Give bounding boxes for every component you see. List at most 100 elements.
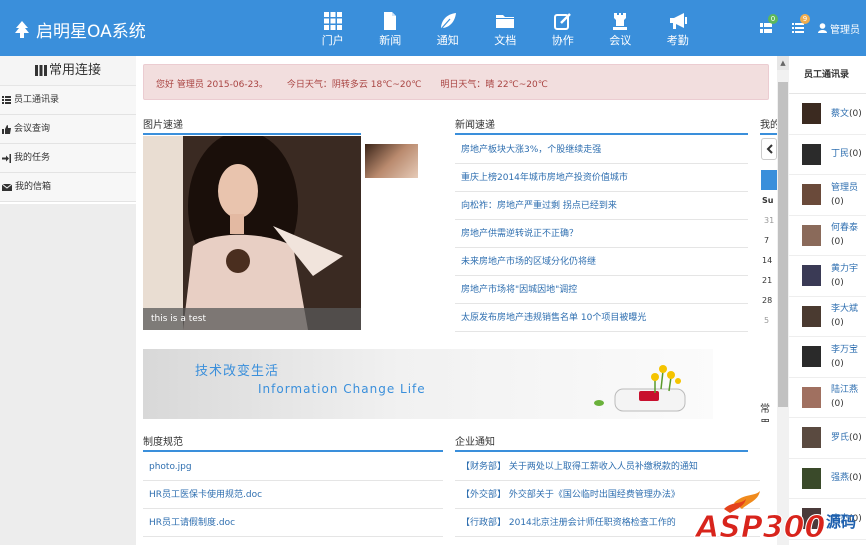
contact-meta: 李大斌 (0) [831,302,858,330]
contact-name[interactable]: 强燕 [831,473,849,483]
contact-name[interactable]: 何春泰 [831,223,858,233]
photo-caption: this is a test [143,308,361,330]
contact-name[interactable]: 蔡文 [831,109,849,119]
news-item[interactable]: 房地产市场将"因城因地"调控 [455,276,748,304]
contact-item[interactable]: 李大斌 (0) [789,297,866,337]
contact-item[interactable]: 罗氏(0) [789,418,866,459]
contact-name[interactable]: 黄力宇 [831,264,858,274]
topbar-right: 0 9 管理员 [750,0,866,56]
left-sidebar: 常用连接 员工通讯录 会议查询 我的任务 我的信箱 [0,56,136,545]
contact-name[interactable]: 李万宝 [831,345,858,355]
avatar [802,143,821,165]
news-section-title: 新闻速递 [455,116,748,135]
login-icon [2,153,11,163]
portrait-image [143,136,361,330]
calendar-widget: Su 31 7 14 21 28 5 常用 [758,112,777,422]
nav-item-attendance[interactable]: 考勤 [649,0,707,56]
news-item[interactable]: 房地产供需逆转说正不正确？ [455,220,748,248]
contact-item[interactable]: 丁民(0) [789,135,866,175]
user-menu[interactable]: 管理员 [818,21,866,36]
photo-thumbnail[interactable] [365,144,418,178]
envelope-icon [2,183,12,191]
avatar [802,427,821,449]
contact-sub: (0) [831,277,844,288]
calendar-day[interactable]: 28 [762,296,772,305]
greeting-hello: 您好 管理员 2015-06-23。 [156,80,269,90]
avatar [802,103,821,125]
contact-item[interactable]: 陆江燕 (0) [789,378,866,418]
app-logo[interactable]: 启明星OA系统 [14,17,146,42]
apps-button[interactable]: 0 [750,0,782,56]
chevron-left-icon [766,144,773,154]
avatar [802,305,821,327]
contact-item[interactable]: 蔡文(0) [789,94,866,135]
scroll-up-arrow-icon[interactable]: ▲ [777,56,789,70]
sidebar-item-meetings[interactable]: 会议查询 [0,115,136,144]
contact-name[interactable]: 陆江燕 [831,385,858,395]
featured-photo[interactable]: this is a test [143,136,361,330]
contact-name[interactable]: 丁民 [831,149,849,159]
quick-links-label: 常用连接 [48,62,101,78]
news-list: 房地产板块大涨3%，个股继续走强 重庆上榜2014年城市房地产投资价值城市 向松… [455,136,748,332]
contact-name[interactable]: 李大斌 [831,304,858,314]
calendar-day[interactable]: 5 [764,316,769,325]
contact-item[interactable]: 何春泰 (0) [789,216,866,256]
common-section-title: 常用 [760,400,777,422]
document-item[interactable]: photo.jpg [143,453,443,481]
calendar-day[interactable]: 14 [762,256,772,265]
news-item[interactable]: 未来房地产市场的区域分化仍将继 [455,248,748,276]
calendar-prev-button[interactable] [761,138,777,160]
contact-name[interactable]: 管理员 [831,183,858,193]
greeting-alert: 您好 管理员 2015-06-23。 今日天气：阴转多云 18℃~20℃ 明日天… [143,64,769,100]
top-navbar: 启明星OA系统 门户 新闻 通知 文档 协作 会议 考勤 0 9 管理员 [0,0,866,56]
avatar [802,265,821,287]
folder-icon [496,15,515,28]
user-icon [818,23,827,33]
banner-slogan-en: Information Change Life [258,382,426,396]
news-item[interactable]: 房地产板块大涨3%，个股继续走强 [455,136,748,164]
nav-label: 新闻 [379,34,402,47]
megaphone-icon [669,13,687,29]
avatar [802,386,821,408]
contact-meta: 何春泰 (0) [831,221,858,249]
contact-item[interactable]: 李万宝 (0) [789,337,866,378]
contact-sub: (0) [831,358,844,369]
news-item[interactable]: 向松祚：房地产严重过剩 拐点已经到来 [455,192,748,220]
list-icon [792,23,804,33]
news-item[interactable]: 太原发布房地产违规销售名单 10个项目被曝光 [455,304,748,332]
quick-links-title: 常用连接 [0,56,136,86]
scroll-thumb[interactable] [778,82,788,407]
nav-item-collab[interactable]: 协作 [534,0,592,56]
contact-item[interactable]: 管理员 (0) [789,175,866,216]
nav-item-news[interactable]: 新闻 [362,0,420,56]
news-item[interactable]: 重庆上榜2014年城市房地产投资价值城市 [455,164,748,192]
calendar-day[interactable]: 21 [762,276,772,285]
calendar-day[interactable]: 31 [764,216,774,225]
contact-item[interactable]: 黄力宇 (0) [789,256,866,297]
calendar-day[interactable]: 7 [764,236,769,245]
nav-label: 通知 [436,34,459,47]
contact-meta: 丁民(0) [831,147,862,161]
nav-item-docs[interactable]: 文档 [477,0,535,56]
rook-icon [613,13,628,30]
document-item[interactable]: HR员工请假制度.doc [143,509,443,537]
photos-section-title: 图片速递 [143,116,361,135]
contact-count: (0) [849,473,862,484]
nav-item-notice[interactable]: 通知 [419,0,477,56]
contact-name[interactable]: 罗氏 [831,433,849,443]
main-scrollbar[interactable]: ▲ [777,56,789,545]
sofa-flowers-illustration [594,365,686,412]
sidebar-item-tasks[interactable]: 我的任务 [0,144,136,173]
list-button[interactable]: 9 [782,0,814,56]
calendar-header-bar [761,170,777,190]
list-icon [2,96,11,104]
sidebar-item-mailbox[interactable]: 我的信箱 [0,173,136,202]
nav-item-meeting[interactable]: 会议 [592,0,650,56]
rules-section-title: 制度规范 [143,433,443,452]
nav-item-portal[interactable]: 门户 [304,0,362,56]
contact-count: (0) [849,149,862,160]
sidebar-item-directory[interactable]: 员工通讯录 [0,86,136,115]
notice-item[interactable]: 【财务部】 关于两处以上取得工薪收入人员补缴税款的通知 [455,453,760,481]
document-item[interactable]: HR员工医保卡使用规范.doc [143,481,443,509]
contact-meta: 强燕(0) [831,471,862,485]
